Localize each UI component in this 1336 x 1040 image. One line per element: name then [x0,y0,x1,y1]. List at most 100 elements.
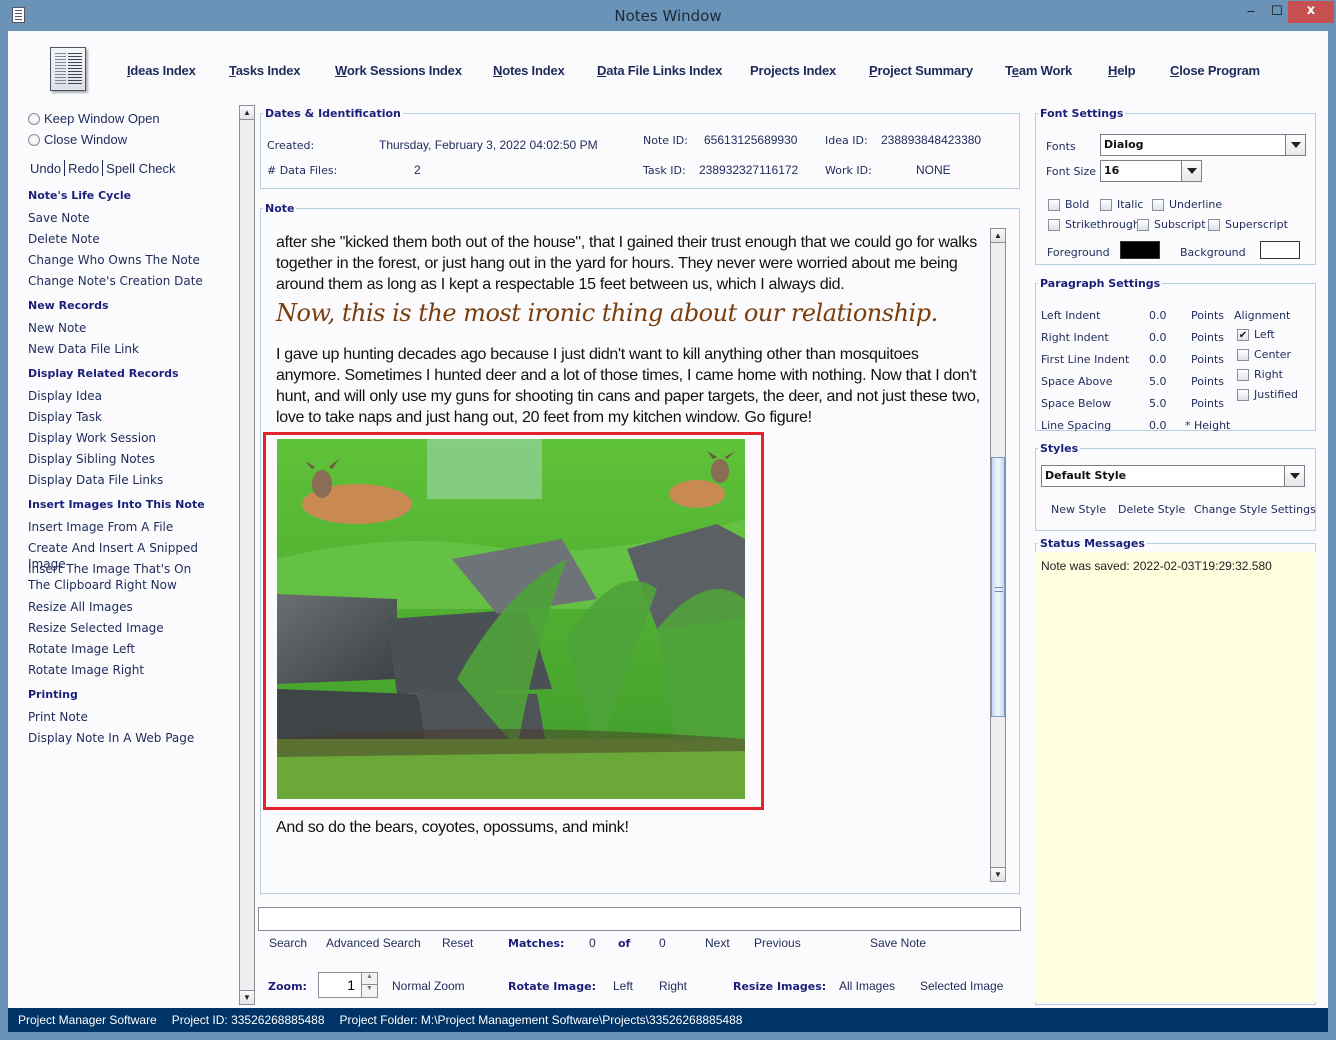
menu-item-display-data-file-links[interactable]: Display Data File Links [28,472,163,488]
menu-item-display-task[interactable]: Display Task [28,409,102,425]
foreground-color-swatch[interactable] [1120,241,1160,259]
next-button[interactable]: Next [705,936,730,950]
font-size-dropdown[interactable]: 16 [1100,160,1202,182]
note-editor[interactable]: after she "kicked them both out of the h… [263,218,996,870]
nav-notes-index[interactable]: Notes Index [493,63,565,78]
underline-checkbox[interactable]: Underline [1152,198,1222,211]
strikethrough-checkbox[interactable]: Strikethrough [1048,218,1140,231]
font-settings-group: Font Settings Fonts Dialog Font Size 16 … [1035,107,1316,265]
resize-all-images-button[interactable]: All Images [839,979,895,993]
deer-photo[interactable] [277,439,745,799]
menu-item-rotate-image-right[interactable]: Rotate Image Right [28,662,144,678]
increment-arrow-icon[interactable]: ▲ [361,973,377,985]
bold-checkbox[interactable]: Bold [1048,198,1089,211]
style-dropdown[interactable]: Default Style [1041,465,1305,487]
scroll-down-arrow-icon[interactable]: ▼ [240,990,254,1004]
previous-button[interactable]: Previous [754,936,801,950]
paragraph-setting-value[interactable]: 0.0 [1149,331,1167,344]
search-button[interactable]: Search [269,936,307,950]
save-note-button[interactable]: Save Note [870,936,926,950]
minimize-button[interactable]: – [1238,1,1264,23]
left-panel-scrollbar[interactable]: ▲ ▼ [239,105,255,1005]
note-scrollbar[interactable]: ▲ ▼ [990,228,1006,882]
change-style-settings-button[interactable]: Change Style Settings [1194,503,1316,516]
menu-item-change-note-s-creation-date[interactable]: Change Note's Creation Date [28,273,203,289]
zoom-value[interactable]: 1 [347,977,355,993]
nav-help[interactable]: Help [1108,63,1136,78]
align-right-checkbox[interactable]: Right [1237,368,1283,381]
menu-item-print-note[interactable]: Print Note [28,709,88,725]
scroll-down-arrow-icon[interactable]: ▼ [991,867,1005,881]
new-style-button[interactable]: New Style [1051,503,1106,516]
menu-item-save-note[interactable]: Save Note [28,210,90,226]
scroll-up-arrow-icon[interactable]: ▲ [991,229,1005,243]
rotate-right-button[interactable]: Right [659,979,687,993]
align-center-checkbox[interactable]: Center [1237,348,1291,361]
redo-button[interactable]: Redo [68,161,99,176]
menu-item-change-who-owns-the-note[interactable]: Change Who Owns The Note [28,252,200,268]
search-input[interactable] [258,907,1021,931]
nav-work-sessions-index[interactable]: Work Sessions Index [335,63,462,78]
chevron-down-icon[interactable] [1181,161,1201,181]
subscript-checkbox[interactable]: Subscript [1137,218,1206,231]
maximize-button[interactable]: ☐ [1264,1,1290,23]
menu-item-display-note-in-a-web-page[interactable]: Display Note In A Web Page [28,730,194,746]
nav-project-summary[interactable]: Project Summary [869,63,973,78]
rotate-left-button[interactable]: Left [613,979,633,993]
align-justified-checkbox[interactable]: Justified [1237,388,1298,401]
nav-tasks-index[interactable]: Tasks Index [229,63,300,78]
superscript-checkbox[interactable]: Superscript [1208,218,1288,231]
paragraph-setting-value[interactable]: 0.0 [1149,419,1167,432]
font-family-dropdown[interactable]: Dialog [1100,134,1306,156]
checkbox-label: Italic [1117,198,1144,211]
zoom-spinner[interactable]: 1 ▲ ▼ [318,972,378,998]
task-id-label: Task ID: [643,164,686,177]
decrement-arrow-icon[interactable]: ▼ [361,985,377,997]
chevron-down-icon[interactable] [1284,466,1304,486]
chevron-down-icon[interactable] [1285,135,1305,155]
undo-button[interactable]: Undo [30,161,61,176]
paragraph-setting-value[interactable]: 0.0 [1149,309,1167,322]
nav-ideas-index[interactable]: Ideas Index [127,63,196,78]
paragraph-setting-value[interactable]: 5.0 [1149,397,1167,410]
paragraph-setting-value[interactable]: 0.0 [1149,353,1167,366]
menu-item-new-note[interactable]: New Note [28,320,86,336]
resize-selected-image-button[interactable]: Selected Image [920,979,1003,993]
advanced-search-button[interactable]: Advanced Search [326,936,421,950]
scroll-up-arrow-icon[interactable]: ▲ [240,106,254,120]
menu-item-rotate-image-left[interactable]: Rotate Image Left [28,641,135,657]
alignment-label: Alignment [1234,309,1291,322]
close-button[interactable]: x [1288,1,1334,23]
background-color-swatch[interactable] [1260,241,1300,259]
keep-window-open-radio[interactable]: Keep Window Open [28,111,160,126]
normal-zoom-button[interactable]: Normal Zoom [392,979,465,993]
nav-projects-index[interactable]: Projects Index [750,63,836,78]
align-left-checkbox[interactable]: ✔ Left [1237,328,1275,341]
menu-item-insert-image-from-a-file[interactable]: Insert Image From A File [28,519,173,535]
italic-checkbox[interactable]: Italic [1100,198,1143,211]
note-heading[interactable]: Now, this is the most ironic thing about… [276,299,938,327]
menu-item-delete-note[interactable]: Delete Note [28,231,100,247]
note-paragraph[interactable]: And so do the bears, coyotes, opossums, … [276,817,986,838]
scroll-thumb[interactable] [991,456,1005,717]
section-heading: Printing [28,688,78,701]
note-id-label: Note ID: [643,134,688,147]
note-paragraph[interactable]: after she "kicked them both out of the h… [276,232,986,295]
nav-close-program[interactable]: Close Program [1170,63,1260,78]
nav-data-file-links-index[interactable]: Data File Links Index [597,63,722,78]
nav-team-work[interactable]: Team Work [1005,63,1072,78]
selected-image-frame[interactable] [263,432,764,810]
menu-item-new-data-file-link[interactable]: New Data File Link [28,341,139,357]
close-window-radio[interactable]: Close Window [28,132,127,147]
paragraph-setting-value[interactable]: 5.0 [1149,375,1167,388]
menu-item-insert-the-image-that-s-on-the-clipboard-right-now[interactable]: Insert The Image That's On The Clipboard… [28,561,208,593]
delete-style-button[interactable]: Delete Style [1118,503,1185,516]
menu-item-display-idea[interactable]: Display Idea [28,388,102,404]
menu-item-resize-selected-image[interactable]: Resize Selected Image [28,620,164,636]
spell-check-button[interactable]: Spell Check [106,161,175,176]
menu-item-display-sibling-notes[interactable]: Display Sibling Notes [28,451,155,467]
reset-button[interactable]: Reset [442,936,473,950]
menu-item-resize-all-images[interactable]: Resize All Images [28,599,133,615]
note-paragraph[interactable]: I gave up hunting decades ago because I … [276,344,986,428]
menu-item-display-work-session[interactable]: Display Work Session [28,430,156,446]
